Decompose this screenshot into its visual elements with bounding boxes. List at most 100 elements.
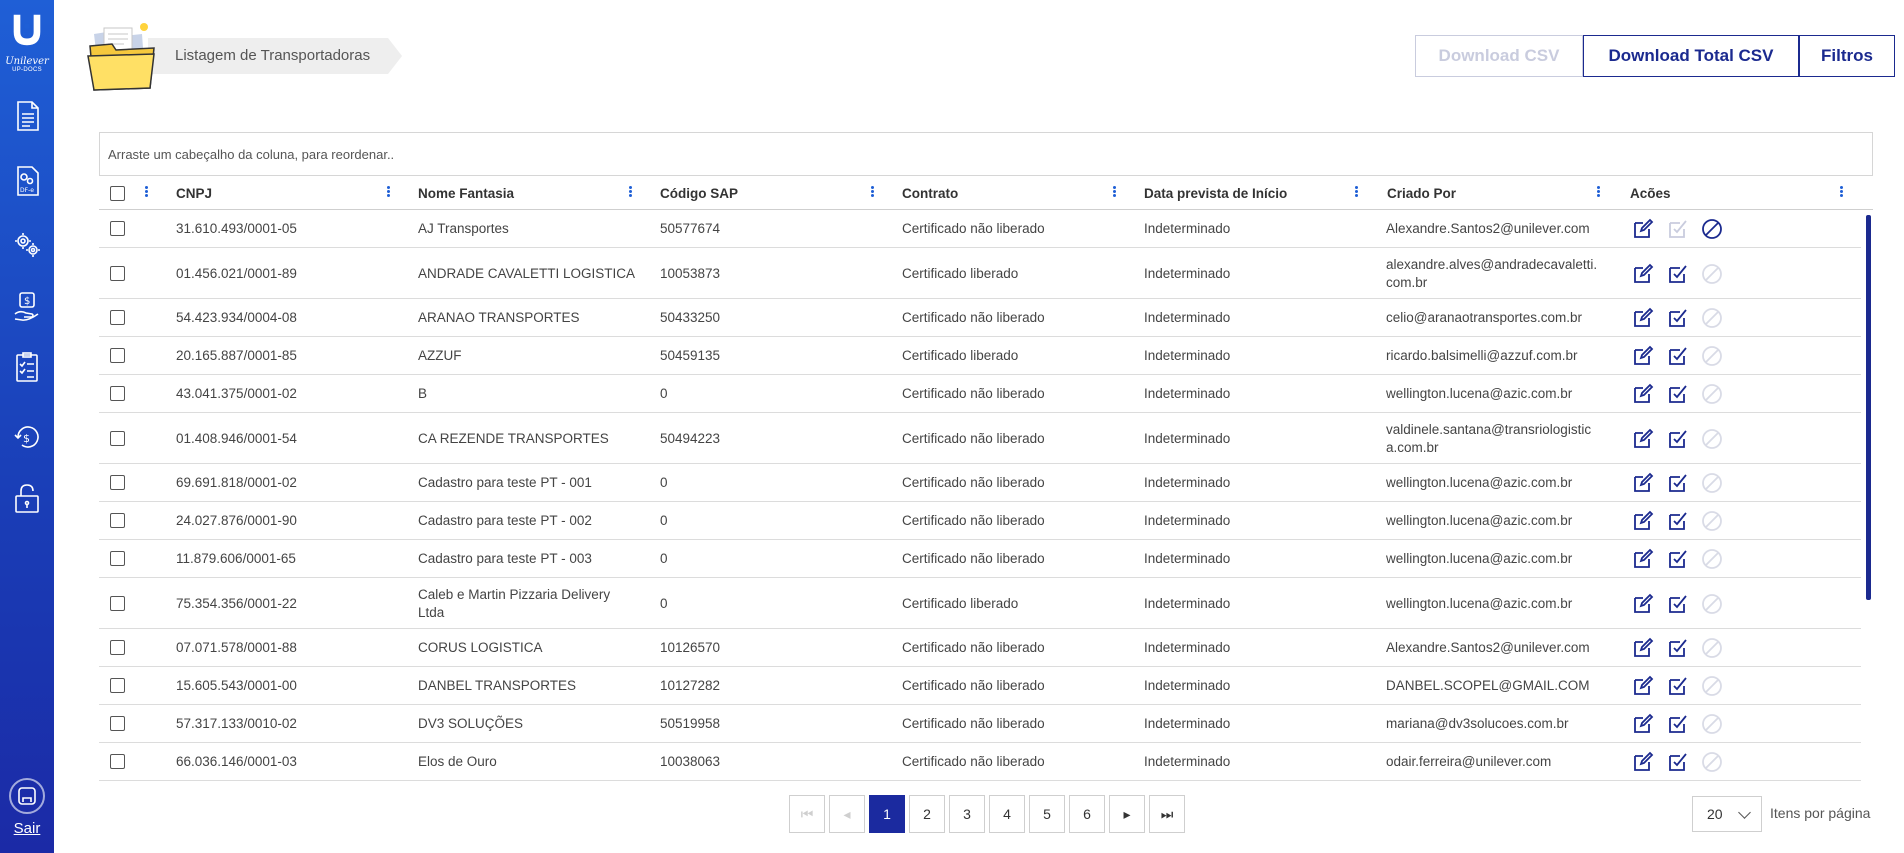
grid-scrollbar[interactable] [1866,215,1871,600]
page-button[interactable]: 1 [869,795,905,833]
row-checkbox[interactable] [110,386,125,401]
column-header-criado-por[interactable]: Criado Por [1387,176,1456,210]
row-checkbox[interactable] [110,348,125,363]
edit-icon[interactable] [1631,427,1655,451]
dfe-document-icon[interactable]: DF-e [11,163,43,199]
column-menu-icon[interactable] [1838,185,1844,201]
block-icon[interactable] [1700,471,1724,495]
table-row[interactable]: 43.041.375/0001-02 B 0 Certificado não libe… [99,375,1861,413]
row-checkbox[interactable] [110,475,125,490]
row-checkbox[interactable] [110,716,125,731]
last-page-button[interactable]: ⏭ [1149,795,1185,833]
row-checkbox[interactable] [110,265,125,281]
edit-icon[interactable] [1631,509,1655,533]
column-menu-icon[interactable] [1353,185,1359,201]
approve-icon[interactable] [1666,750,1690,774]
column-menu-icon[interactable] [1595,185,1601,201]
table-row[interactable]: 11.879.606/0001-65 Cadastro para teste PT… [99,540,1861,578]
approve-icon[interactable] [1666,636,1690,660]
exit-label[interactable]: Sair [8,820,46,837]
block-icon[interactable] [1700,306,1724,330]
row-checkbox[interactable] [110,678,125,693]
column-header-codigo-sap[interactable]: Código SAP [660,176,738,210]
row-checkbox[interactable] [110,640,125,655]
edit-icon[interactable] [1631,262,1655,286]
checklist-icon[interactable] [11,349,43,385]
lock-icon[interactable] [11,480,43,516]
edit-icon[interactable] [1631,750,1655,774]
column-menu-icon[interactable] [385,185,391,201]
approve-icon[interactable] [1666,471,1690,495]
row-checkbox[interactable] [110,551,125,566]
next-page-button[interactable]: ▸ [1109,795,1145,833]
approve-icon[interactable] [1666,674,1690,698]
edit-icon[interactable] [1631,547,1655,571]
block-icon[interactable] [1700,344,1724,368]
edit-icon[interactable] [1631,592,1655,616]
table-row[interactable]: 15.605.543/0001-00 DANBEL TRANSPORTES 1012… [99,667,1861,705]
block-icon[interactable] [1700,262,1724,286]
refund-icon[interactable]: $ [11,419,43,455]
table-row[interactable]: 24.027.876/0001-90 Cadastro para teste PT… [99,502,1861,540]
column-header-nome-fantasia[interactable]: Nome Fantasia [418,176,514,210]
column-menu-icon[interactable] [1111,185,1117,201]
table-row[interactable]: 01.456.021/0001-89 ANDRADE CAVALETTI LOGI… [99,248,1861,299]
column-header-data-prevista[interactable]: Data prevista de Início [1144,176,1287,210]
filters-button[interactable]: Filtros [1799,35,1895,77]
block-icon[interactable] [1700,592,1724,616]
approve-icon[interactable] [1666,344,1690,368]
table-row[interactable]: 07.071.578/0001-88 CORUS LOGISTICA 1012657… [99,629,1861,667]
table-row[interactable]: 57.317.133/0010-02 DV3 SOLUÇÕES 50519958 Ce… [99,705,1861,743]
row-checkbox[interactable] [110,310,125,325]
edit-icon[interactable] [1631,344,1655,368]
block-icon[interactable] [1700,547,1724,571]
column-menu-icon[interactable] [627,185,633,201]
approve-icon[interactable] [1666,712,1690,736]
page-button[interactable]: 5 [1029,795,1065,833]
page-size-select[interactable]: 20 [1692,796,1762,832]
block-icon[interactable] [1700,427,1724,451]
unilever-logo[interactable]: Unilever UP-DOCS [4,10,50,73]
document-icon[interactable] [11,98,43,134]
edit-icon[interactable] [1631,712,1655,736]
block-icon[interactable] [1700,636,1724,660]
block-icon[interactable] [1700,750,1724,774]
table-row[interactable]: 54.423.934/0004-08 ARANAO TRANSPORTES 5043… [99,299,1861,337]
exit-button[interactable]: Sair [8,778,46,837]
block-icon[interactable] [1700,712,1724,736]
group-drop-area[interactable]: Arraste um cabeçalho da coluna, para reo… [99,132,1873,176]
edit-icon[interactable] [1631,306,1655,330]
column-header-contrato[interactable]: Contrato [902,176,958,210]
row-checkbox[interactable] [110,754,125,769]
table-row[interactable]: 20.165.887/0001-85 AZZUF 50459135 Certifica… [99,337,1861,375]
page-button[interactable]: 2 [909,795,945,833]
approve-icon[interactable] [1666,262,1690,286]
download-csv-button[interactable]: Download CSV [1415,35,1583,77]
block-icon[interactable] [1700,674,1724,698]
approve-icon[interactable] [1666,217,1690,241]
column-menu-icon[interactable] [143,185,149,201]
download-total-csv-button[interactable]: Download Total CSV [1583,35,1799,77]
page-button[interactable]: 3 [949,795,985,833]
approve-icon[interactable] [1666,382,1690,406]
block-icon[interactable] [1700,217,1724,241]
approve-icon[interactable] [1666,592,1690,616]
block-icon[interactable] [1700,382,1724,406]
column-header-cnpj[interactable]: CNPJ [176,176,212,210]
previous-page-button[interactable]: ◂ [829,795,865,833]
row-checkbox[interactable] [110,430,125,446]
table-row[interactable]: 69.691.818/0001-02 Cadastro para teste PT… [99,464,1861,502]
table-row[interactable]: 66.036.146/0001-03 Elos de Ouro 10038063 Ce… [99,743,1861,781]
edit-icon[interactable] [1631,471,1655,495]
table-row[interactable]: 01.408.946/0001-54 CA REZENDE TRANSPORTES… [99,413,1861,464]
table-row[interactable]: 75.354.356/0001-22 Caleb e Martin Pizzari… [99,578,1861,629]
approve-icon[interactable] [1666,509,1690,533]
edit-icon[interactable] [1631,674,1655,698]
edit-icon[interactable] [1631,217,1655,241]
settings-gears-icon[interactable] [11,226,43,262]
approve-icon[interactable] [1666,427,1690,451]
row-checkbox[interactable] [110,513,125,528]
column-menu-icon[interactable] [869,185,875,201]
select-all-checkbox[interactable] [110,176,125,210]
row-checkbox[interactable] [110,221,125,236]
